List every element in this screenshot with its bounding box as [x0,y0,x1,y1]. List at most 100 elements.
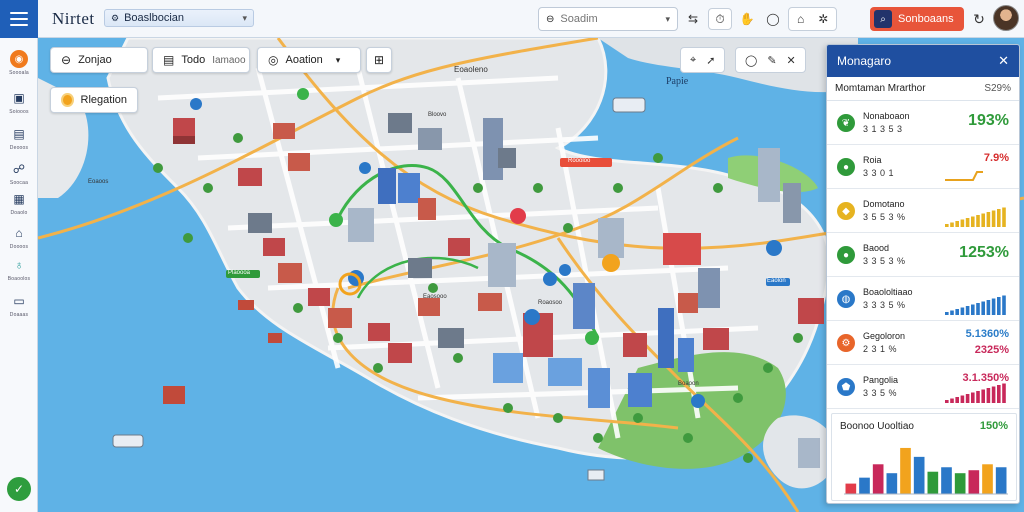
cursor-icon[interactable]: ➚ [706,54,715,67]
map-tools-group: ⌂ ✲ [788,7,838,31]
layers-icon: ▣ [13,91,25,105]
sidebar-item-7[interactable]: ▭ Doaaas [0,292,38,318]
location-filter-select[interactable]: ◎ Aoation ▾ [257,47,361,73]
search-icon: ⌕ [874,10,892,28]
todo-filter-extra: Iamaoo [212,54,246,66]
sparkline-bar [955,221,959,227]
primary-action-button[interactable]: ⌕ Sonboaans [870,7,964,31]
sparkline-bar [991,298,996,315]
sparkline-bar [981,389,985,403]
circle-icon[interactable]: ◯ [745,54,757,67]
metric-name: Gegoloron [863,331,906,341]
metric-value-secondary: 2325% [974,344,1009,356]
chevron-down-icon: ▾ [665,13,670,24]
zone-filter-button[interactable]: ⊖ Zonjao [50,47,148,73]
draw-icon[interactable]: ✎ [767,54,776,67]
sparkline-bar [950,310,954,315]
chart-bar[interactable] [886,473,898,494]
zone-filter-label: Zonjao [78,54,112,66]
sparkline-bar [965,218,970,227]
chart-bar[interactable] [859,477,870,494]
panel-title: Monagaro [837,54,892,68]
search-box[interactable]: ⊖ ▾ [538,7,678,31]
sparkline-bar [971,304,975,315]
region-filter-button[interactable]: Rlegation [50,87,138,113]
chevron-down-icon: ▾ [242,12,247,23]
chart-bar[interactable] [872,464,884,494]
timer-icon[interactable]: ⏱ [708,8,732,30]
panel-subheader: Momtaman Mrarthor S29% [827,77,1019,101]
chart-bar[interactable] [941,467,952,494]
metric-row[interactable]: ❦ Nonaboaon 3 1 3 5 3 193% [827,102,1019,145]
filter-icon[interactable]: ⇆ [684,8,702,30]
sparkline-bar [986,300,991,315]
chart-bar[interactable] [954,473,966,494]
sparkline-bar [1002,207,1006,227]
chart-bar[interactable] [995,467,1007,494]
leaf-icon: ❦ [837,114,855,132]
sidebar-item-1[interactable]: ▣ Soiooos [0,89,38,115]
sidebar-item-4[interactable]: ▦ Doaolo [0,190,38,216]
globe-icon: ◍ [837,290,855,308]
metric-sub: 2 3 1 % [863,344,898,354]
map-label-e: Plaoooa [228,270,251,276]
map-label-c: Eoaoos [88,179,109,185]
chart-bar[interactable] [982,464,993,494]
close-icon[interactable]: ✕ [787,54,796,67]
bar-chart-card[interactable]: Boonoo Uooltiao 150% [831,413,1017,501]
search-input[interactable] [560,13,651,25]
chart-bar[interactable] [927,471,939,494]
sidebar-item-6[interactable]: ♁ Boaoolos [0,256,38,282]
add-button[interactable]: ✓ [7,477,31,501]
metric-row[interactable]: ⬟ Pangolia 3 3 5 % 3.1.350% [827,366,1019,409]
sidebar-item-0[interactable]: ◉ Soooala [0,50,38,76]
home-icon[interactable]: ⌂ [797,12,804,26]
todo-filter-button[interactable]: ▤ Todo Iamaoo [152,47,250,73]
project-select[interactable]: ⚙ Boaslbocian ▾ [104,9,254,27]
home-icon: ⌂ [15,226,23,240]
hand-icon[interactable]: ✋ [738,8,756,30]
chart-bar[interactable] [913,456,925,494]
sidebar-item-3[interactable]: ☍ Soocaa [0,160,38,186]
document-icon: ▤ [13,127,25,141]
map-tool-group-1: ⌖ ➚ [680,47,726,73]
panel-header: Monagaro ✕ [827,45,1019,77]
message-icon: ▭ [13,294,25,308]
metric-sub: 3 3 0 1 [863,168,895,178]
metric-row[interactable]: ⚙ Gegoloron 2 3 1 % 5.1360% 2325% [827,322,1019,365]
metric-name: Domotano [863,199,905,209]
user-avatar[interactable] [993,5,1019,31]
refresh-icon[interactable]: ↻ [970,8,988,30]
drop-icon: ● [837,158,855,176]
sidebar-item-label: Deooos [9,145,29,151]
close-icon[interactable]: ✕ [998,53,1009,69]
shield-icon: ⬟ [837,378,855,396]
pin-icon[interactable]: ⌖ [690,54,696,67]
chart-bar[interactable] [968,470,980,494]
chart-bar[interactable] [845,483,857,494]
metric-row[interactable]: ● Roia 3 3 0 1 7.9% [827,146,1019,189]
sidebar-item-2[interactable]: ▤ Deooos [0,125,38,151]
sparkline [945,171,983,181]
top-bar: Nirtet ⚙ Boaslbocian ▾ ⊖ ▾ ⇆ ⏱ ✋ ◯ ⌂ ✲ ⌕… [0,0,1024,38]
settings-icon[interactable]: ✲ [818,12,828,26]
sparkline-bar [950,398,954,403]
add-layer-button[interactable]: ⊞ [366,47,392,73]
chat-icon[interactable]: ◯ [764,8,782,30]
metric-row[interactable]: ● Baood 3 3 5 3 % 1253% [827,234,1019,277]
sparkline [945,207,1006,227]
coin-icon [61,93,74,107]
sparkline-bar [997,297,1001,315]
analytics-panel: Monagaro ✕ Momtaman Mrarthor S29% ❦ Nonab… [826,44,1020,504]
sparkline [945,295,1006,315]
chart-bar[interactable] [900,447,911,494]
metric-value: 193% [968,112,1009,129]
sidebar-item-label: Soiooos [9,109,29,115]
primary-action-label: Sonboaans [898,13,954,25]
sidebar-item-5[interactable]: ⌂ Doooos [0,224,38,250]
menu-icon[interactable] [0,0,38,38]
metric-row[interactable]: ◍ Boaololtiaao 3 3 3 5 % [827,278,1019,321]
sparkline-bar [960,307,965,315]
sidebar-item-label: Doaolo [10,210,28,216]
metric-row[interactable]: ◆ Domotano 3 5 5 3 % [827,190,1019,233]
